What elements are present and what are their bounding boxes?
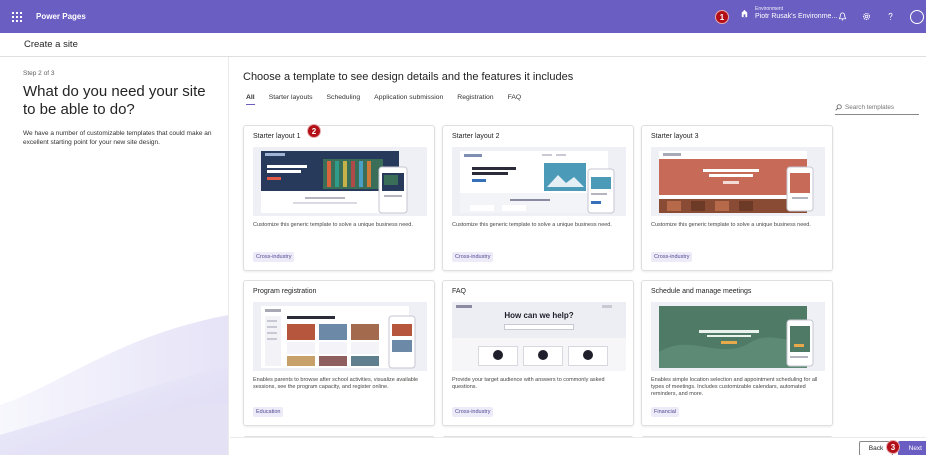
page-header: Create a site: [0, 33, 926, 57]
environment-name: Piotr Rusak's Environme...: [755, 12, 838, 20]
card-preview-image: [651, 147, 825, 216]
environment-globe-icon: [741, 10, 748, 18]
avatar-icon: [909, 9, 924, 24]
step-question-heading: What do you need your site to be able to…: [23, 83, 206, 118]
step-indicator: Step 2 of 3: [23, 70, 55, 77]
card-description: Customize this generic template to solve…: [651, 222, 811, 228]
waffle-grid-icon: [11, 11, 22, 22]
environment-label: Environment: [755, 6, 784, 12]
tab-application-submission[interactable]: Application submission: [374, 94, 443, 105]
card-title: Starter layout 2: [452, 133, 500, 140]
card-title: Starter layout 1: [253, 133, 301, 140]
template-card-starter-layout-2[interactable]: Starter layout 2 Customize this generic …: [442, 125, 634, 271]
faq-preview-heading: How can we help?: [504, 311, 574, 320]
card-preview-image: [253, 147, 427, 216]
tab-registration[interactable]: Registration: [457, 94, 493, 105]
card-description: Customize this generic template to solve…: [452, 222, 612, 228]
top-bar: Power Pages 1 Environment Piotr Rusak's …: [0, 0, 926, 33]
notifications-bell-icon[interactable]: [830, 0, 854, 33]
account-avatar[interactable]: [902, 0, 926, 33]
card-title: FAQ: [452, 288, 467, 295]
tab-starter-layouts[interactable]: Starter layouts: [269, 94, 313, 105]
template-card-schedule-and-manage-meetings[interactable]: Schedule and manage meetings Enables sim…: [641, 280, 833, 426]
card-description: Enables parents to browse after school a…: [253, 377, 419, 390]
template-filter-tabs: All Starter layouts Scheduling Applicati…: [246, 94, 521, 105]
wizard-footer: Back Next: [230, 437, 926, 455]
help-question-icon[interactable]: [878, 0, 902, 33]
card-description: Customize this generic template to solve…: [253, 222, 413, 228]
template-card-program-registration[interactable]: Program registration Enables parents to …: [243, 280, 435, 426]
gallery-title: Choose a template to see design details …: [243, 71, 574, 83]
template-card-starter-layout-1[interactable]: Starter layout 1 Customize this generic …: [243, 125, 435, 271]
card-industry-tag: Financial: [651, 407, 680, 417]
template-card-faq[interactable]: FAQ How can we help? Provide your target…: [442, 280, 634, 426]
step-marker-2: 2: [307, 124, 321, 138]
card-preview-image: How can we help?: [452, 302, 626, 371]
card-title: Schedule and manage meetings: [651, 288, 752, 295]
card-industry-tag: Cross-industry: [651, 252, 693, 262]
template-gallery: Choose a template to see design details …: [230, 57, 926, 455]
card-description: Enables simple location selection and ap…: [651, 377, 818, 397]
card-industry-tag: Cross-industry: [452, 252, 494, 262]
tab-scheduling[interactable]: Scheduling: [327, 94, 361, 105]
step-marker-3: 3: [886, 440, 900, 454]
card-preview-image: [651, 302, 825, 371]
tab-all[interactable]: All: [246, 94, 255, 105]
step-marker-1: 1: [715, 10, 729, 24]
card-description: Provide your target audience with answer…: [452, 377, 605, 390]
tab-faq[interactable]: FAQ: [508, 94, 522, 105]
card-title: Starter layout 3: [651, 133, 699, 140]
search-box[interactable]: [835, 101, 919, 115]
search-input[interactable]: [845, 104, 915, 111]
environment-picker[interactable]: Environment Piotr Rusak's Environme...: [740, 6, 838, 21]
card-industry-tag: Cross-industry: [452, 407, 494, 417]
card-preview-image: [253, 302, 427, 371]
card-industry-tag: Education: [253, 407, 284, 417]
app-name[interactable]: Power Pages: [36, 12, 86, 21]
page-title: Create a site: [24, 39, 78, 50]
search-icon: [835, 104, 842, 111]
decorative-waves-illustration: [0, 315, 228, 455]
template-card-starter-layout-3[interactable]: Starter layout 3 Customize this generic …: [641, 125, 833, 271]
card-industry-tag: Cross-industry: [253, 252, 295, 262]
app-launcher-waffle-icon[interactable]: [0, 0, 33, 33]
card-preview-image: [452, 147, 626, 216]
left-panel: Step 2 of 3 What do you need your site t…: [0, 57, 229, 455]
settings-gear-icon[interactable]: [854, 0, 878, 33]
next-button[interactable]: Next: [898, 441, 926, 455]
step-description: We have a number of customizable templat…: [23, 130, 212, 146]
card-title: Program registration: [253, 288, 317, 295]
